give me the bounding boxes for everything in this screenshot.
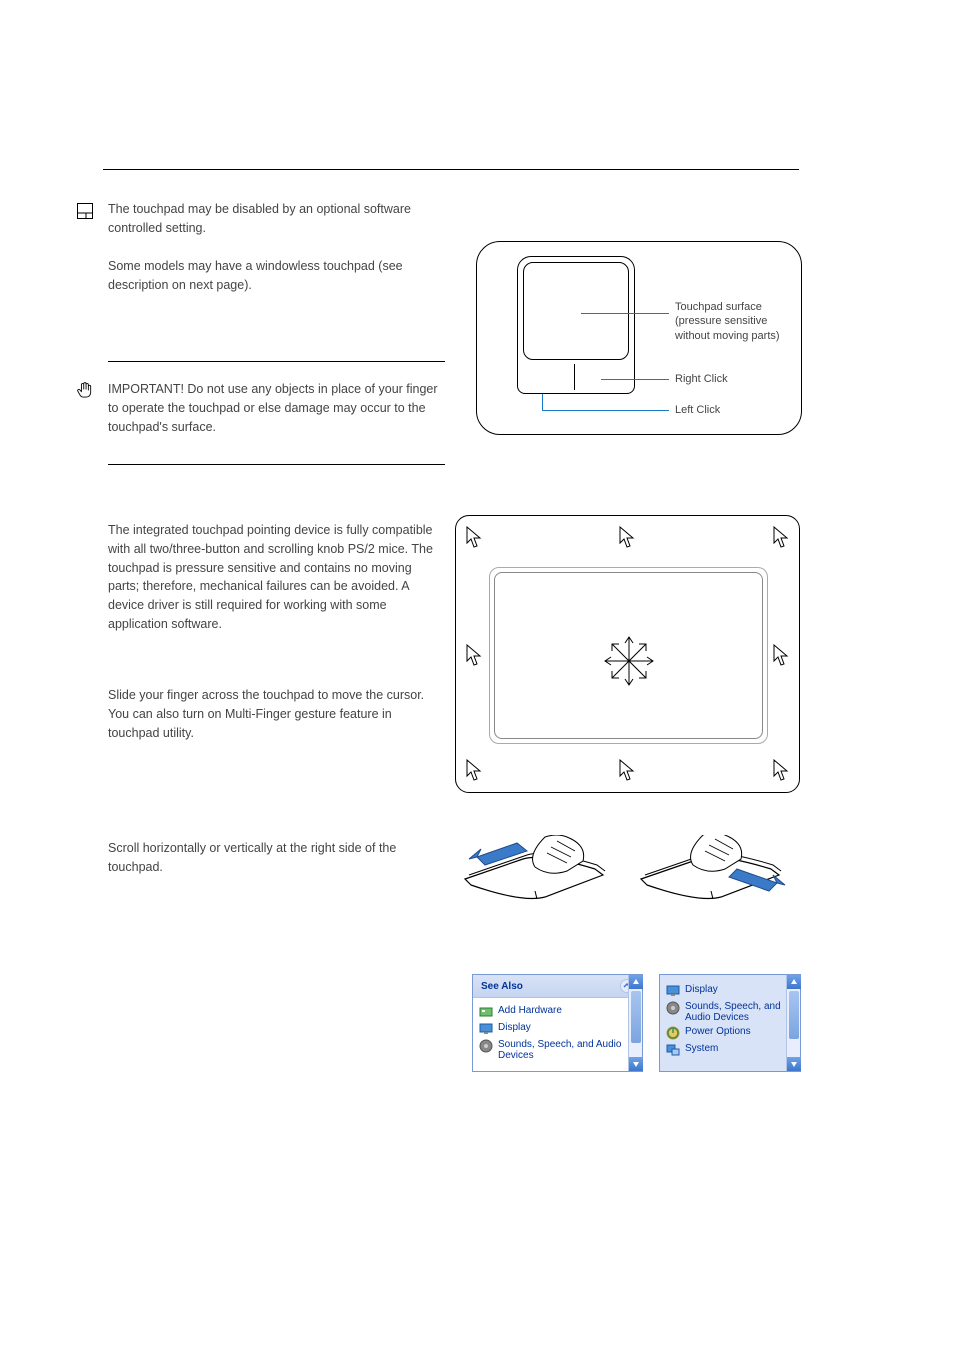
cursor-icon — [619, 759, 635, 783]
list-item[interactable]: System — [666, 1043, 782, 1057]
important-note-text: IMPORTANT! Do not use any objects in pla… — [108, 380, 443, 436]
note-icon — [77, 203, 93, 224]
cursor-direction-diagram — [455, 515, 800, 793]
cursor-icon — [466, 759, 482, 783]
scroll-up-button[interactable] — [787, 975, 801, 989]
vertical-scroll-gesture — [633, 835, 787, 927]
hardware-icon — [479, 1005, 493, 1019]
horizontal-scroll-gesture — [457, 835, 611, 927]
display-icon — [479, 1022, 493, 1036]
list-item[interactable]: Display — [666, 984, 782, 998]
cursor-icon — [619, 526, 635, 550]
scroll-thumb[interactable] — [631, 991, 641, 1043]
scroll-down-button[interactable] — [787, 1057, 801, 1071]
right-click-label: Right Click — [675, 373, 728, 385]
list-item-label: Add Hardware — [498, 1005, 562, 1016]
note-rule-top — [108, 361, 445, 362]
list-item-label: Sounds, Speech, and Audio Devices — [498, 1039, 624, 1061]
scroll-down-button[interactable] — [629, 1057, 643, 1071]
important-hand-icon — [77, 382, 93, 405]
xp-see-also-panel: See Also Add Hardware Display Sounds, Sp… — [472, 974, 643, 1072]
cursor-icon — [773, 526, 789, 550]
directional-arrows-icon — [601, 633, 657, 689]
touchpad-note-line2: Some models may have a windowless touchp… — [108, 257, 443, 295]
body-p3: Scroll horizontally or vertically at the… — [108, 839, 444, 877]
list-item-label: System — [685, 1043, 718, 1054]
scroll-thumb[interactable] — [789, 991, 799, 1039]
touchpad-diagram: Touchpad surface (pressure sensitive wit… — [476, 241, 802, 435]
callout-line-right — [601, 379, 669, 380]
list-item-label: Power Options — [685, 1026, 751, 1037]
note-rule-bottom — [108, 464, 445, 465]
sound-icon — [479, 1039, 493, 1053]
list-item[interactable]: Sounds, Speech, and Audio Devices — [666, 1001, 782, 1023]
xp-panel-header[interactable]: See Also — [473, 975, 642, 998]
touchpad-surface — [523, 262, 629, 360]
callout-line-left — [542, 410, 669, 411]
cursor-icon — [773, 759, 789, 783]
list-item[interactable]: Power Options — [666, 1026, 782, 1040]
scroll-up-button[interactable] — [629, 975, 643, 989]
scroll-gesture-diagram — [457, 821, 799, 943]
sound-icon — [666, 1001, 680, 1015]
power-icon — [666, 1026, 680, 1040]
scrollbar[interactable] — [628, 975, 642, 1071]
touchpad-note-line1: The touchpad may be disabled by an optio… — [108, 200, 443, 238]
list-item-label: Display — [498, 1022, 531, 1033]
cursor-icon — [773, 644, 789, 668]
callout-line-surface — [581, 313, 669, 314]
display-icon — [666, 984, 680, 998]
callout-vline-left — [542, 394, 543, 410]
touchpad-button-divider — [574, 364, 575, 390]
xp-panel-title: See Also — [481, 981, 523, 992]
list-item[interactable]: Add Hardware — [479, 1005, 624, 1019]
list-item[interactable]: Display — [479, 1022, 624, 1036]
cursor-icon — [466, 526, 482, 550]
scrollbar[interactable] — [786, 975, 800, 1071]
xp-links-panel: Display Sounds, Speech, and Audio Device… — [659, 974, 801, 1072]
cursor-icon — [466, 644, 482, 668]
page-root: The touchpad may be disabled by an optio… — [0, 0, 954, 1351]
body-p1: The integrated touchpad pointing device … — [108, 521, 444, 634]
touchpad-surface-label: Touchpad surface (pressure sensitive wit… — [675, 300, 801, 343]
system-icon — [666, 1043, 680, 1057]
left-click-label: Left Click — [675, 404, 720, 416]
list-item-label: Display — [685, 984, 718, 995]
list-item-label: Sounds, Speech, and Audio Devices — [685, 1001, 782, 1023]
main-horizontal-rule — [103, 169, 799, 170]
list-item[interactable]: Sounds, Speech, and Audio Devices — [479, 1039, 624, 1061]
body-p2: Slide your finger across the touchpad to… — [108, 686, 444, 742]
